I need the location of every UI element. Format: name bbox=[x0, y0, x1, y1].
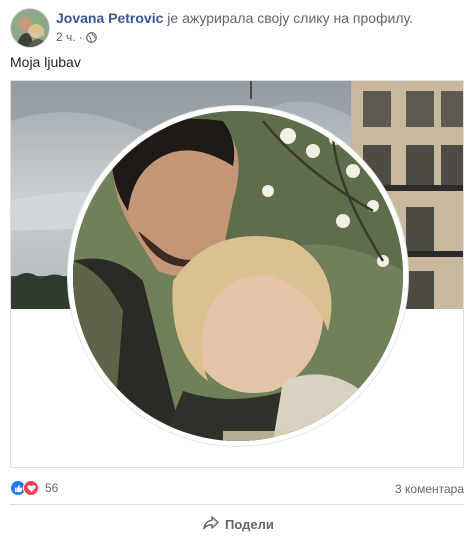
share-arrow-icon bbox=[203, 516, 219, 533]
meta-separator: · bbox=[78, 30, 83, 44]
post-meta: 2 ч. · bbox=[56, 30, 97, 44]
share-label: Подели bbox=[225, 517, 274, 532]
post-caption: Moja ljubav bbox=[10, 54, 81, 70]
author-avatar[interactable] bbox=[10, 8, 50, 48]
author-name-link[interactable]: Jovana Petrovic bbox=[56, 10, 163, 26]
post-header: Jovana Petrovic је ажурирала своју слику… bbox=[56, 10, 413, 26]
profile-picture-circle[interactable] bbox=[68, 106, 408, 446]
reactions-summary[interactable]: 56 bbox=[10, 480, 58, 496]
post-action-text: је ажурирала своју слику на профилу. bbox=[167, 10, 414, 26]
comments-count-link[interactable]: 3 коментара bbox=[395, 482, 464, 496]
post-timestamp[interactable]: 2 ч. bbox=[56, 30, 76, 44]
profile-photo-media[interactable] bbox=[10, 80, 464, 468]
love-icon bbox=[23, 480, 39, 496]
globe-icon[interactable] bbox=[85, 31, 97, 43]
reaction-count: 56 bbox=[45, 481, 59, 495]
news-feed-post: Jovana Petrovic је ажурирала своју слику… bbox=[0, 0, 468, 544]
divider bbox=[10, 504, 464, 505]
share-button[interactable]: Подели bbox=[203, 516, 274, 533]
